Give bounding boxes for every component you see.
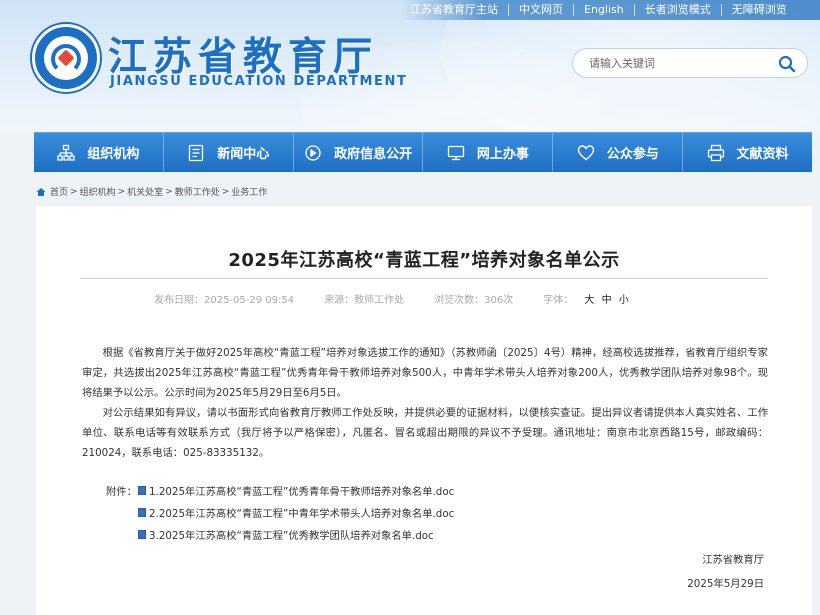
search-box [572, 48, 808, 78]
attachment-row: 2.2025年江苏高校“青蓝工程”中青年学术带头人培养对象名单.doc [106, 505, 454, 520]
heart-icon [577, 144, 594, 160]
doc-file-icon [138, 508, 146, 517]
nav-item-organization[interactable]: 组织机构 [34, 133, 164, 172]
breadcrumb-teacher-office[interactable]: 教师工作处 [175, 185, 220, 198]
nav-item-online-services[interactable]: 网上办事 [423, 133, 554, 172]
breadcrumb-organization[interactable]: 组织机构 [80, 185, 116, 198]
article-body: 根据《省教育厅关于做好2025年高校“青蓝工程”培养对象选拔工作的通知》（苏教师… [82, 343, 768, 463]
signature-org: 江苏省教育厅 [702, 554, 764, 566]
nav-item-public-participation[interactable]: 公众参与 [553, 133, 684, 172]
nav-label: 网上办事 [476, 147, 529, 162]
nav-item-news[interactable]: 新闻中心 [164, 133, 294, 172]
doc-file-icon [138, 530, 146, 539]
breadcrumb-offices[interactable]: 机关处室 [127, 185, 163, 198]
jiangsu-education-logo-icon[interactable] [32, 24, 100, 92]
article-paragraph: 对公示结果如有异议，请以书面形式向省教育厅教师工作处反映，并提供必要的证据材料，… [82, 407, 768, 459]
article-source: 来源：教师工作处 [324, 295, 405, 306]
article-panel: 2025年江苏高校“青蓝工程”培养对象名单公示 发布日期：2025-05-29 … [36, 206, 812, 615]
attachment-link[interactable]: 3.2025年江苏高校“青蓝工程”优秀教学团队培养对象名单.doc [149, 527, 434, 542]
attachment-row: 附件： 1.2025年江苏高校“青蓝工程”优秀青年骨干教师培养对象名单.doc [106, 483, 454, 498]
printer-icon [707, 144, 724, 161]
article-meta: 发布日期：2025-05-29 09:54 来源：教师工作处 浏览次数：306次… [154, 291, 629, 306]
title-divider [80, 278, 768, 279]
publish-date: 发布日期：2025-05-29 09:54 [154, 295, 295, 306]
org-chart-icon [57, 144, 76, 161]
font-size-medium[interactable]: 中 [602, 295, 612, 306]
font-size-small[interactable]: 小 [619, 295, 629, 306]
font-size-label: 字体： [543, 295, 574, 306]
top-link-chinese[interactable]: 中文网页 [509, 4, 574, 16]
nav-item-info-disclosure[interactable]: 政府信息公开 [294, 133, 424, 172]
attachment-link[interactable]: 2.2025年江苏高校“青蓝工程”中青年学术带头人培养对象名单.doc [149, 505, 454, 520]
article-paragraph: 根据《省教育厅关于做好2025年高校“青蓝工程”培养对象选拔工作的通知》（苏教师… [82, 347, 768, 399]
nav-item-documents[interactable]: 文献资料 [683, 133, 812, 172]
top-link-accessibility[interactable]: 无障碍浏览 [722, 4, 797, 16]
top-link-elderly-mode[interactable]: 长者浏览模式 [635, 4, 722, 16]
info-disclosure-icon [305, 144, 321, 161]
attachment-row: 3.2025年江苏高校“青蓝工程”优秀教学团队培养对象名单.doc [106, 527, 434, 542]
search-input[interactable] [573, 56, 763, 70]
nav-label: 文献资料 [736, 147, 789, 162]
main-nav: 组织机构 新闻中心 政府信息公开 网上办事 公众参与 文献资料 [34, 132, 812, 172]
view-count: 浏览次数：306次 [434, 295, 514, 306]
top-links-bar: 江苏省教育厅主站 中文网页 English 长者浏览模式 无障碍浏览 [400, 0, 820, 20]
nav-label: 公众参与 [606, 147, 659, 162]
monitor-icon [447, 145, 465, 160]
news-icon [189, 144, 204, 161]
top-link-english[interactable]: English [574, 4, 635, 16]
article-title: 2025年江苏高校“青蓝工程”培养对象名单公示 [228, 250, 620, 271]
nav-label: 组织机构 [87, 147, 140, 162]
site-subtitle: JIANGSU EDUCATION DEPARTMENT [110, 74, 408, 89]
breadcrumb-home[interactable]: 首页 [50, 185, 68, 198]
home-icon [36, 187, 46, 196]
doc-file-icon [138, 486, 146, 495]
font-size-switcher: 字体： 大 中 小 [543, 291, 629, 306]
signature-date: 2025年5月29日 [687, 578, 764, 590]
logo-emblem [44, 36, 88, 80]
breadcrumb-business[interactable]: 业务工作 [231, 185, 267, 198]
attachment-link[interactable]: 1.2025年江苏高校“青蓝工程”优秀青年骨干教师培养对象名单.doc [149, 483, 454, 498]
breadcrumb: 首页 > 组织机构 > 机关处室 > 教师工作处 > 业务工作 [36, 185, 267, 198]
top-link-main-site[interactable]: 江苏省教育厅主站 [400, 4, 509, 16]
attachment-label: 附件： [106, 486, 137, 498]
nav-label: 新闻中心 [217, 147, 270, 162]
search-icon[interactable] [777, 54, 797, 74]
font-size-large[interactable]: 大 [584, 295, 594, 306]
nav-label: 政府信息公开 [334, 147, 413, 162]
